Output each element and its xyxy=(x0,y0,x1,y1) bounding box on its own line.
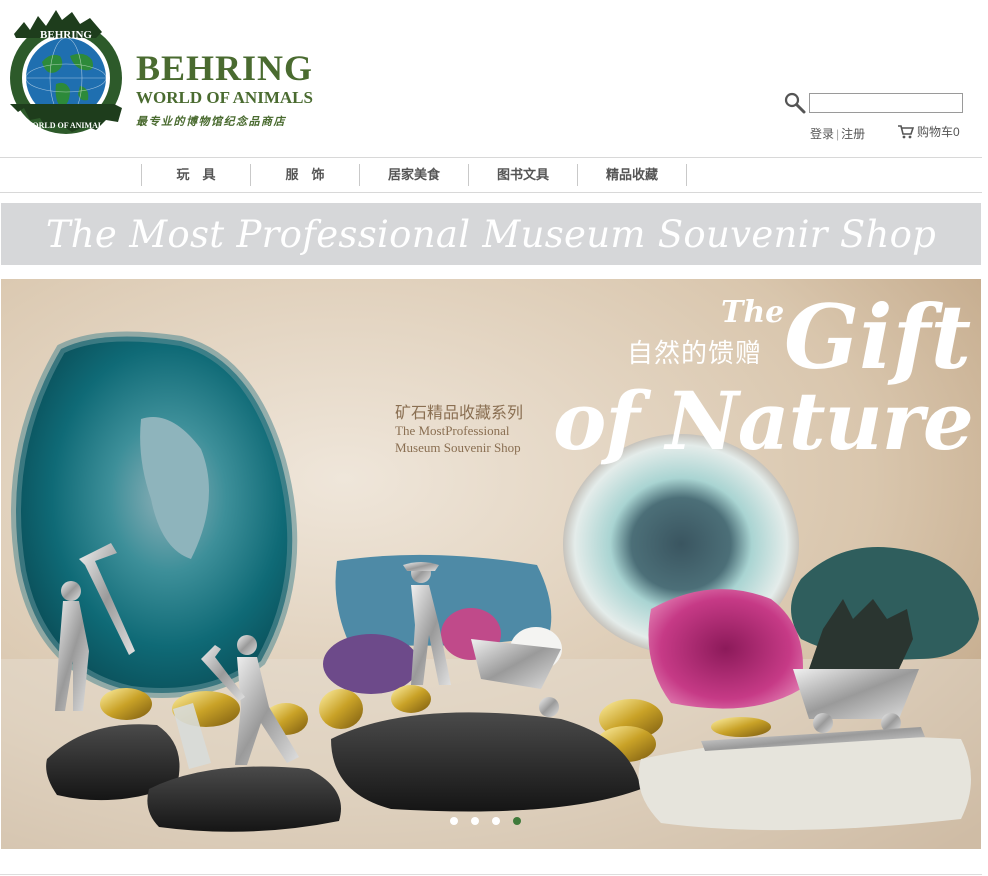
nav-item-books-stationery[interactable]: 图书文具 xyxy=(468,164,577,186)
search-icon[interactable] xyxy=(784,92,806,114)
nav-item-home-food[interactable]: 居家美食 xyxy=(359,164,468,186)
carousel-dot-2[interactable] xyxy=(471,817,479,825)
brand-slogan: 最专业的博物馆纪念品商店 xyxy=(136,115,286,128)
cart-icon xyxy=(898,125,914,139)
carousel-dots xyxy=(450,817,521,825)
carousel-dot-3[interactable] xyxy=(492,817,500,825)
nav-item-apparel[interactable]: 服 饰 xyxy=(250,164,359,186)
cart-label: 购物车0 xyxy=(917,125,960,139)
register-link[interactable]: 注册 xyxy=(841,127,865,141)
brand-name: BEHRING xyxy=(136,48,314,88)
login-link[interactable]: 登录 xyxy=(810,127,834,141)
brand-logo[interactable]: BEHRING WORLD OF ANIMALS xyxy=(4,4,128,144)
nav-item-toys[interactable]: 玩 具 xyxy=(141,164,250,186)
hero-cn-title: 自然的馈赠 xyxy=(627,339,763,369)
brand-subtitle: WORLD OF ANIMALS xyxy=(136,88,313,107)
divider xyxy=(0,874,982,875)
carousel-dot-4[interactable] xyxy=(513,817,521,825)
logo-ring-text: BEHRING xyxy=(40,29,92,41)
nav-item-collectibles[interactable]: 精品收藏 xyxy=(577,164,687,186)
carousel-dot-1[interactable] xyxy=(450,817,458,825)
hero-en-line1: The MostProfessional xyxy=(395,423,510,438)
main-nav: 玩 具 服 饰 居家美食 图书文具 精品收藏 xyxy=(0,157,982,193)
svg-text:WORLD OF ANIMALS: WORLD OF ANIMALS xyxy=(24,121,108,130)
user-links: 登录 | 注册 xyxy=(810,125,865,142)
hero-en-line2: Museum Souvenir Shop xyxy=(395,440,521,455)
cart-link[interactable]: 购物车0 xyxy=(897,123,960,140)
tagline-banner: The Most Professional Museum Souvenir Sh… xyxy=(1,203,981,265)
hero-the: The xyxy=(721,295,785,330)
hero-cn-series: 矿石精品收藏系列 xyxy=(395,403,524,422)
hero-carousel[interactable]: The Gift 自然的馈赠 of Nature 矿石精品收藏系列 The Mo… xyxy=(1,279,981,849)
search-input[interactable] xyxy=(809,93,963,113)
hero-nature: of Nature xyxy=(553,374,974,468)
